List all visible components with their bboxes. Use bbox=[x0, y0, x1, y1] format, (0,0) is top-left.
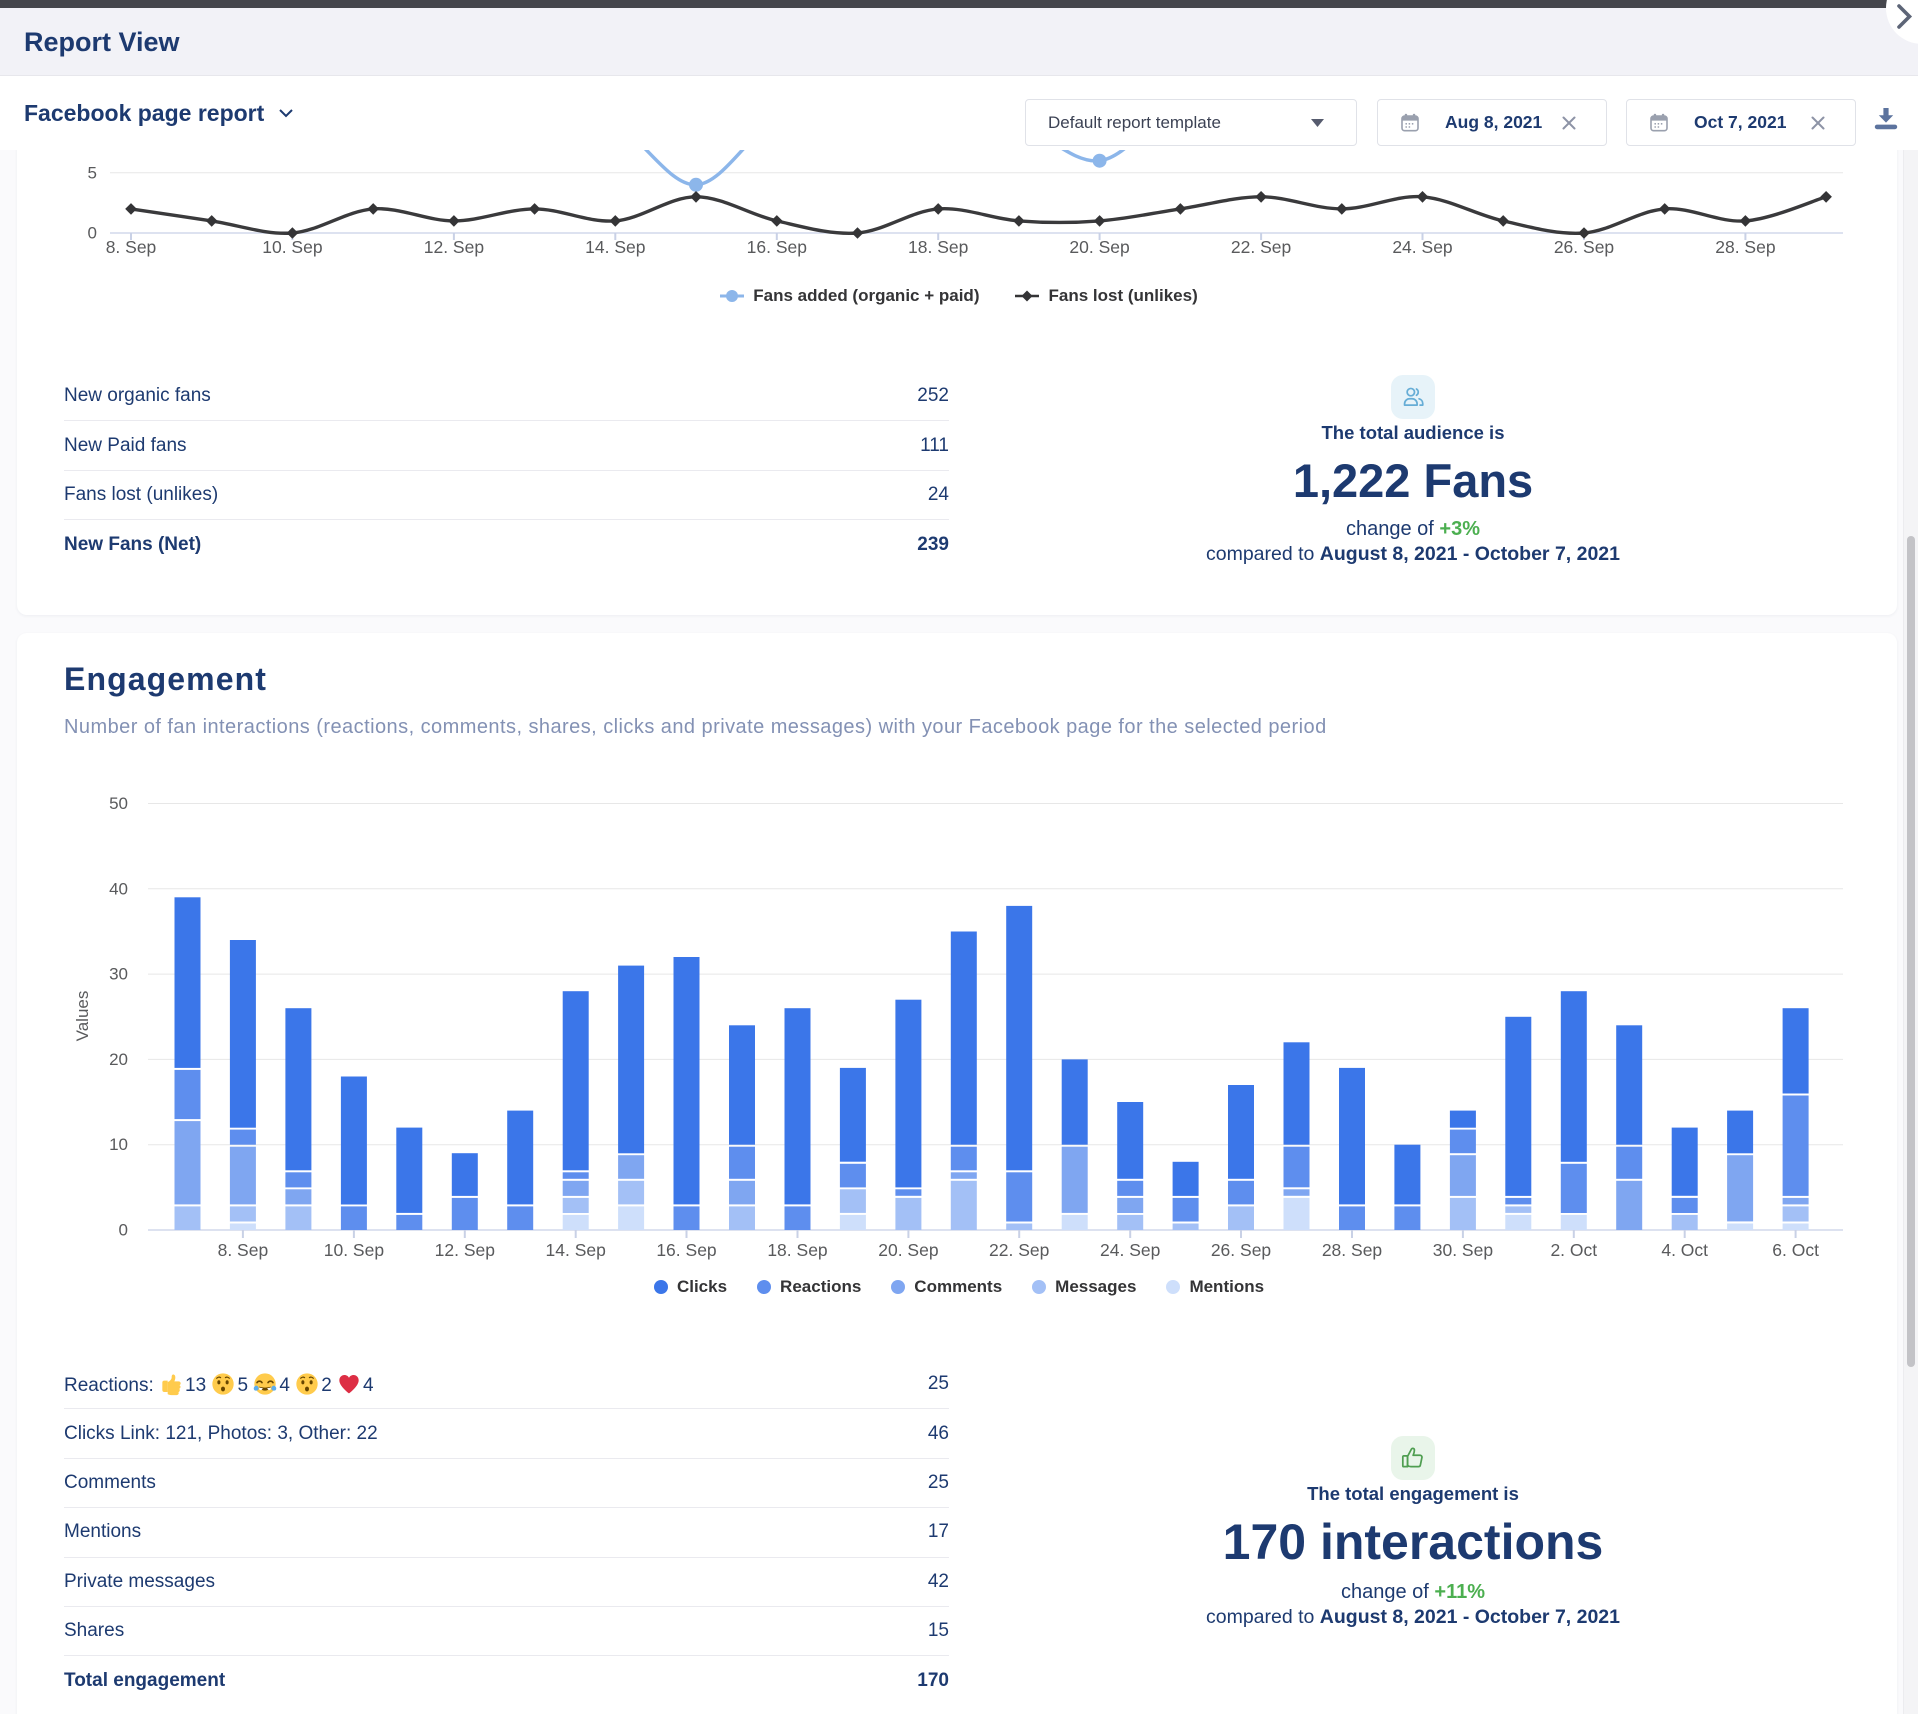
svg-text:12. Sep: 12. Sep bbox=[424, 237, 484, 257]
svg-text:0: 0 bbox=[88, 224, 97, 243]
svg-text:12. Sep: 12. Sep bbox=[435, 1240, 495, 1260]
svg-text:0: 0 bbox=[119, 1221, 128, 1240]
svg-text:20. Sep: 20. Sep bbox=[878, 1240, 938, 1260]
svg-text:5: 5 bbox=[88, 163, 97, 182]
svg-text:2. Oct: 2. Oct bbox=[1550, 1240, 1597, 1260]
svg-text:50: 50 bbox=[109, 794, 128, 813]
svg-text:24. Sep: 24. Sep bbox=[1100, 1240, 1160, 1260]
svg-text:26. Sep: 26. Sep bbox=[1211, 1240, 1271, 1260]
svg-text:20: 20 bbox=[109, 1050, 128, 1069]
svg-text:28. Sep: 28. Sep bbox=[1322, 1240, 1382, 1260]
svg-text:40: 40 bbox=[109, 879, 128, 898]
svg-text:10. Sep: 10. Sep bbox=[262, 237, 322, 257]
svg-text:22. Sep: 22. Sep bbox=[1231, 237, 1291, 257]
svg-text:4. Oct: 4. Oct bbox=[1661, 1240, 1708, 1260]
svg-text:10: 10 bbox=[109, 1135, 128, 1154]
svg-text:14. Sep: 14. Sep bbox=[585, 237, 645, 257]
svg-text:24. Sep: 24. Sep bbox=[1392, 237, 1452, 257]
svg-text:10. Sep: 10. Sep bbox=[324, 1240, 384, 1260]
svg-text:8. Sep: 8. Sep bbox=[106, 237, 157, 257]
svg-text:18. Sep: 18. Sep bbox=[908, 237, 968, 257]
svg-text:22. Sep: 22. Sep bbox=[989, 1240, 1049, 1260]
svg-text:30. Sep: 30. Sep bbox=[1433, 1240, 1493, 1260]
svg-text:16. Sep: 16. Sep bbox=[747, 237, 807, 257]
svg-text:26. Sep: 26. Sep bbox=[1554, 237, 1614, 257]
svg-text:16. Sep: 16. Sep bbox=[656, 1240, 716, 1260]
svg-text:20. Sep: 20. Sep bbox=[1069, 237, 1129, 257]
svg-text:18. Sep: 18. Sep bbox=[767, 1240, 827, 1260]
svg-text:14. Sep: 14. Sep bbox=[546, 1240, 606, 1260]
svg-text:6. Oct: 6. Oct bbox=[1772, 1240, 1819, 1260]
svg-text:Values: Values bbox=[73, 991, 92, 1042]
svg-text:28. Sep: 28. Sep bbox=[1715, 237, 1775, 257]
svg-text:8. Sep: 8. Sep bbox=[218, 1240, 269, 1260]
svg-text:30: 30 bbox=[109, 965, 128, 984]
